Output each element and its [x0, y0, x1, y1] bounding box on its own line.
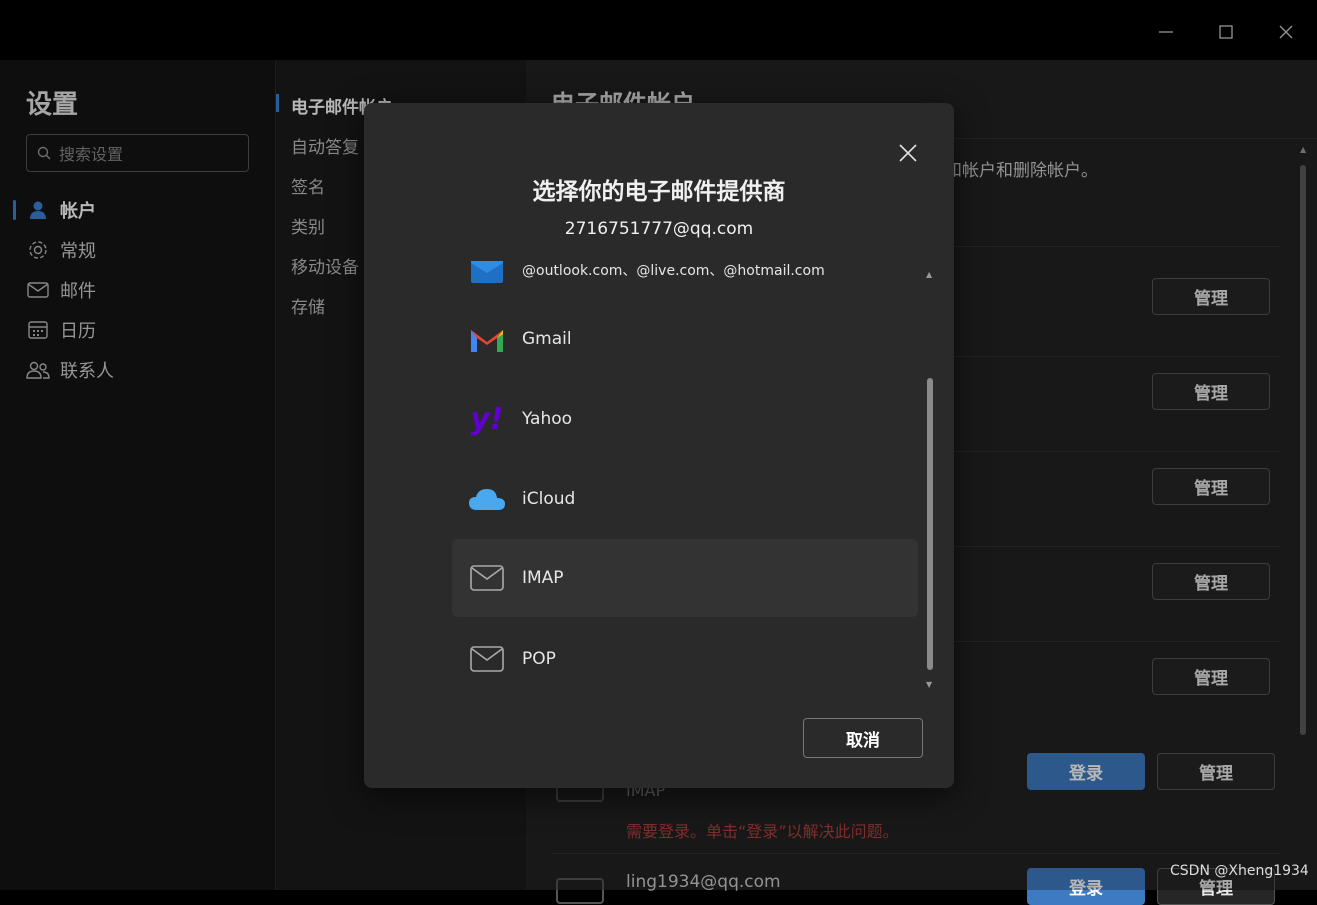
- provider-label: @outlook.com、@live.com、@hotmail.com: [522, 263, 825, 279]
- provider-label: POP: [522, 649, 556, 669]
- cancel-button[interactable]: 取消: [803, 718, 923, 758]
- provider-label: IMAP: [522, 568, 564, 588]
- provider-item-gmail[interactable]: Gmail: [452, 300, 918, 378]
- icloud-icon: [468, 480, 506, 518]
- scroll-up-arrow-icon[interactable]: ▲: [926, 270, 932, 279]
- gmail-icon: [468, 320, 506, 358]
- dialog-title: 选择你的电子邮件提供商: [532, 179, 786, 205]
- provider-item-icloud[interactable]: iCloud: [452, 460, 918, 538]
- yahoo-icon: y!: [470, 401, 504, 437]
- provider-item-imap[interactable]: IMAP: [452, 539, 918, 617]
- dialog-close-button[interactable]: [897, 142, 919, 164]
- mail-envelope-icon: [468, 640, 506, 678]
- provider-item-outlook[interactable]: @outlook.com、@live.com、@hotmail.com: [452, 250, 918, 290]
- outlook-icon: [468, 251, 506, 289]
- dialog-email: 2716751777@qq.com: [564, 219, 754, 239]
- close-icon: [899, 144, 917, 162]
- provider-label: Gmail: [522, 329, 572, 349]
- provider-item-yahoo[interactable]: y! Yahoo: [452, 380, 918, 458]
- provider-item-pop[interactable]: POP: [452, 620, 918, 698]
- provider-list-clip: @outlook.com、@live.com、@hotmail.com: [452, 250, 918, 290]
- scroll-down-arrow-icon[interactable]: ▼: [926, 680, 932, 689]
- provider-label: iCloud: [522, 489, 576, 509]
- provider-list-scrollbar[interactable]: [927, 378, 933, 670]
- mail-envelope-icon: [468, 559, 506, 597]
- watermark: CSDN @Xheng1934: [1170, 863, 1309, 879]
- provider-label: Yahoo: [522, 409, 573, 429]
